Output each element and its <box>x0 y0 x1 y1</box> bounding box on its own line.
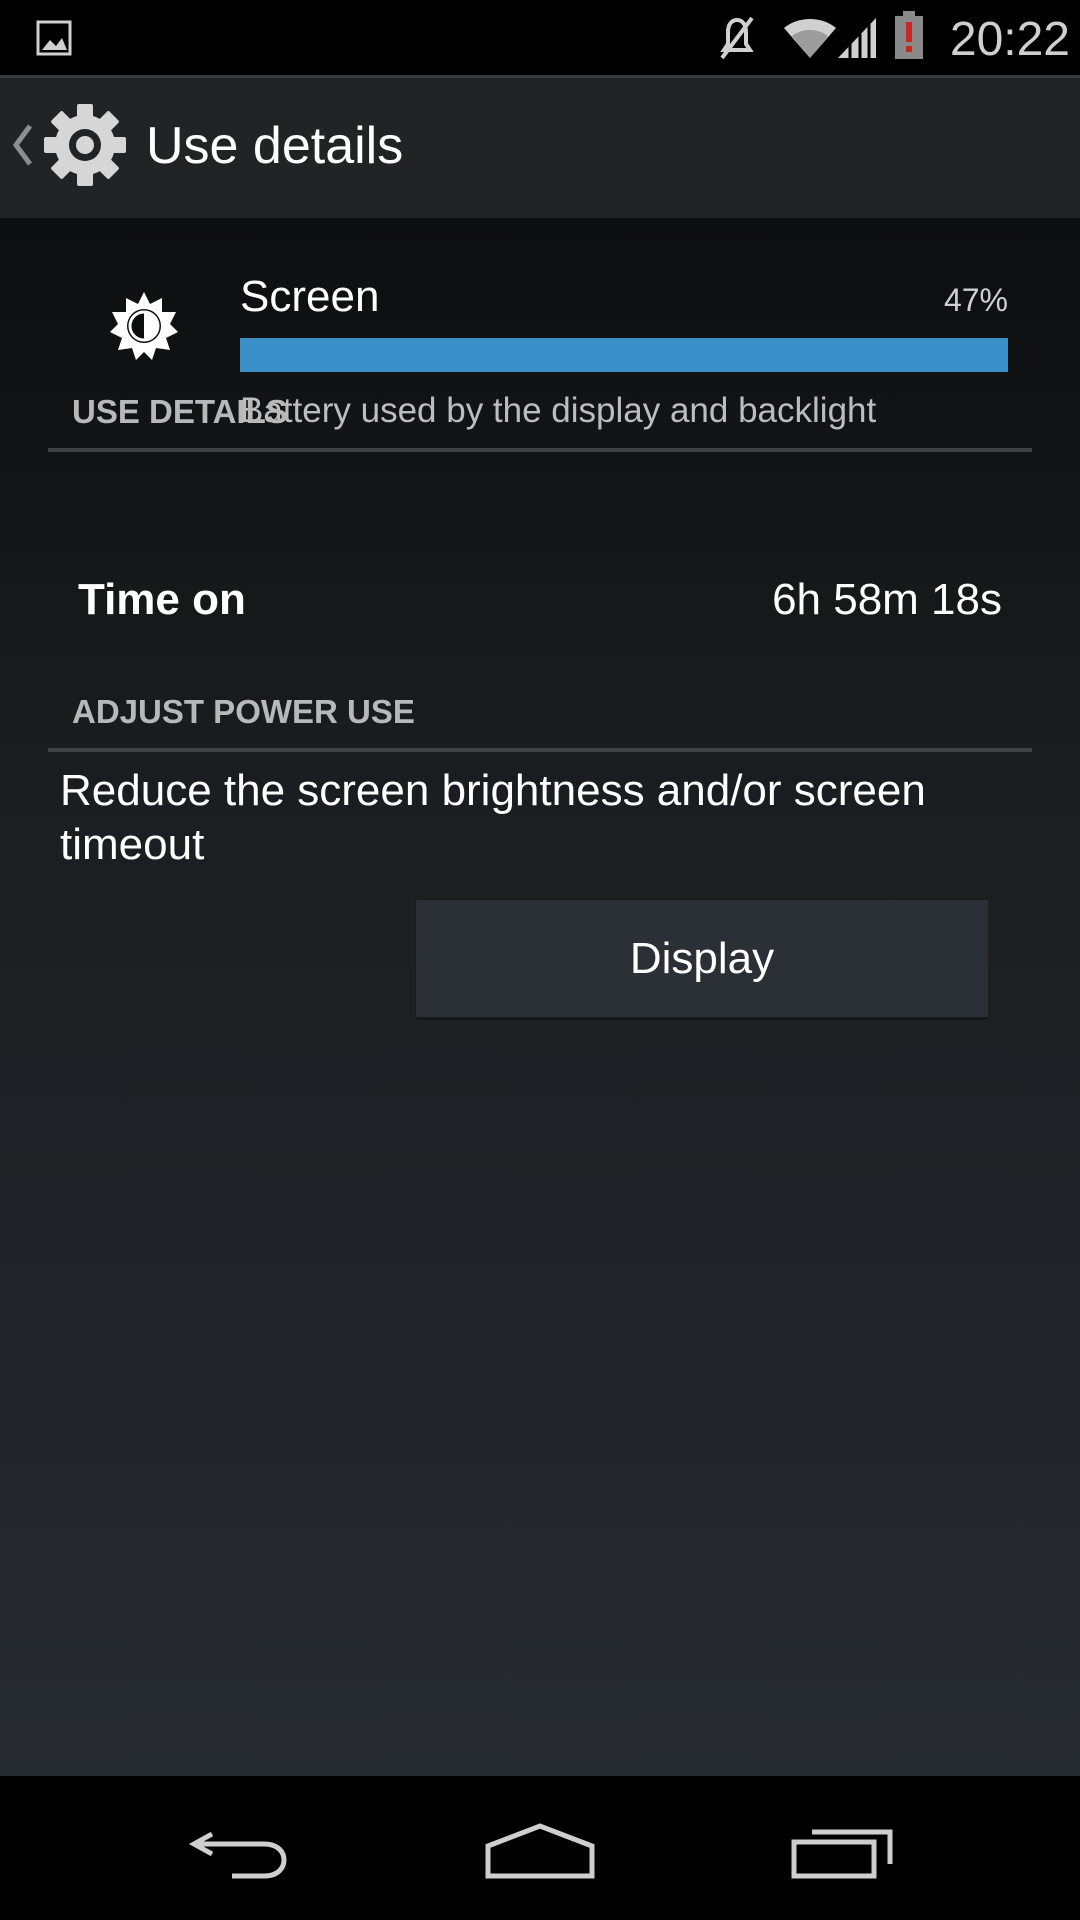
adjust-power-divider <box>48 748 1032 752</box>
home-icon[interactable] <box>484 1820 596 1880</box>
time-on-value: 6h 58m 18s <box>772 575 1002 624</box>
status-bar: 20:22 <box>0 0 1080 75</box>
time-on-label: Time on <box>78 575 246 624</box>
usage-percent: 47% <box>943 282 1008 318</box>
recents-icon[interactable] <box>790 1820 896 1880</box>
app-name: Screen <box>240 272 380 321</box>
action-bar: Use details <box>0 75 1080 218</box>
gallery-notification-icon <box>36 20 72 56</box>
adjust-power-header: ADJUST POWER USE <box>72 693 415 730</box>
use-details-header: USE DETAILS <box>72 393 288 430</box>
signal-icon <box>838 18 876 58</box>
wifi-icon <box>784 19 836 58</box>
back-icon[interactable] <box>186 1820 290 1880</box>
settings-gear-icon[interactable] <box>40 100 130 190</box>
status-time: 20:22 <box>949 13 1070 66</box>
navigation-bar <box>0 1776 1080 1920</box>
use-details-divider <box>48 448 1032 452</box>
display-settings-button[interactable]: Display <box>414 898 990 1020</box>
usage-progress-fill <box>240 338 1008 372</box>
power-suggestion-text: Reduce the screen brightness and/or scre… <box>60 766 926 869</box>
battery-low-icon <box>895 11 923 59</box>
battery-use-details-screen: 20:22 Use details Screen 47% Battery use… <box>0 0 1080 1920</box>
brightness-icon <box>110 292 178 360</box>
mute-icon <box>720 16 754 60</box>
usage-progress-bar <box>240 338 1008 372</box>
up-chevron-icon[interactable] <box>10 122 36 168</box>
usage-description: Battery used by the display and backligh… <box>240 391 877 430</box>
content-area: Screen 47% Battery used by the display a… <box>0 218 1080 1776</box>
page-title: Use details <box>146 117 404 175</box>
